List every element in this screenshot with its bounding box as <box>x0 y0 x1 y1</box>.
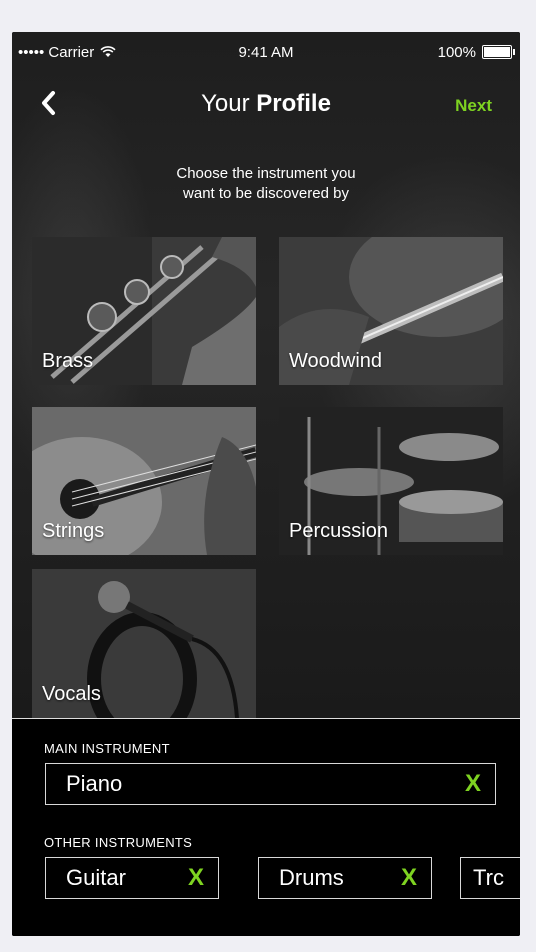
category-label-percussion: Percussion <box>289 520 388 542</box>
category-tile-vocals[interactable]: Vocals <box>32 569 256 718</box>
selected-instruments-panel: MAIN INSTRUMENT Piano X OTHER INSTRUMENT… <box>12 718 520 936</box>
other-instrument-chip-guitar[interactable]: Guitar X <box>45 857 219 899</box>
page-title-light: Your <box>201 90 257 117</box>
other-instrument-chip-partial[interactable]: Trc <box>460 857 520 899</box>
category-label-strings: Strings <box>42 520 105 542</box>
category-label-brass: Brass <box>42 350 94 372</box>
main-instrument-heading: MAIN INSTRUMENT <box>44 741 170 756</box>
page-title: Your Profile <box>12 90 520 118</box>
remove-main-instrument-button[interactable]: X <box>465 770 481 798</box>
remove-guitar-button[interactable]: X <box>188 864 204 892</box>
chip-label-partial: Trc <box>473 865 504 890</box>
app-screen: ••••• Carrier 9:41 AM 100% Your Profile … <box>12 32 520 936</box>
instruction-line-1: Choose the instrument you <box>176 165 356 182</box>
main-instrument-value: Piano <box>66 771 123 796</box>
battery-percent: 100% <box>437 43 476 61</box>
next-button[interactable]: Next <box>455 96 492 116</box>
page-title-bold: Profile <box>256 90 331 117</box>
category-tile-strings[interactable]: Strings <box>32 407 256 555</box>
category-label-vocals: Vocals <box>42 683 101 705</box>
remove-drums-button[interactable]: X <box>401 864 417 892</box>
status-bar: ••••• Carrier 9:41 AM 100% <box>12 32 520 72</box>
navigation-bar: Your Profile Next <box>12 82 520 126</box>
category-tile-woodwind[interactable]: Woodwind <box>279 237 503 385</box>
category-tile-brass[interactable]: Brass <box>32 237 256 385</box>
category-label-woodwind: Woodwind <box>289 350 383 372</box>
instruction-text: Choose the instrument you want to be dis… <box>12 164 520 204</box>
chip-label-guitar: Guitar <box>66 865 126 890</box>
main-instrument-field[interactable]: Piano X <box>45 763 496 805</box>
category-tile-percussion[interactable]: Percussion <box>279 407 503 555</box>
other-instruments-heading: OTHER INSTRUMENTS <box>44 835 193 850</box>
battery-icon <box>482 45 515 59</box>
chip-label-drums: Drums <box>279 865 344 890</box>
instruction-line-2: want to be discovered by <box>183 185 349 202</box>
other-instrument-chip-drums[interactable]: Drums X <box>258 857 432 899</box>
